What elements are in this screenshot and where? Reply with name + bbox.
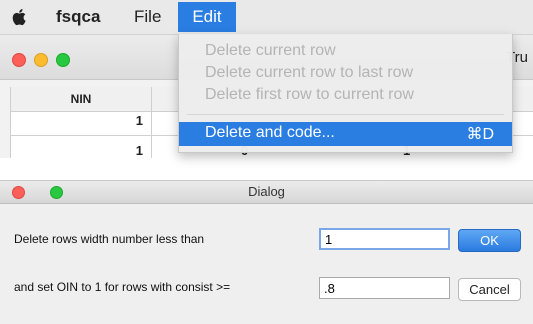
edit-menu[interactable]: Edit xyxy=(178,2,236,32)
apple-icon[interactable] xyxy=(12,8,28,26)
cancel-button[interactable]: Cancel xyxy=(458,278,521,301)
dialog-title: Dialog xyxy=(248,184,285,199)
menu-item-delete-current-row[interactable]: Delete current row xyxy=(205,42,336,60)
menu-item-shortcut: ⌘D xyxy=(466,126,494,143)
consist-threshold-input[interactable] xyxy=(319,277,450,299)
delete-threshold-input[interactable] xyxy=(319,228,450,250)
edit-menu-dropdown: Delete current row Delete current row to… xyxy=(178,34,513,153)
zoom-button[interactable] xyxy=(56,53,70,67)
ok-button[interactable]: OK xyxy=(458,229,521,252)
menu-bar: fsqca File Edit xyxy=(0,0,533,35)
minimize-button[interactable] xyxy=(34,53,48,67)
menu-item-delete-and-code[interactable]: Delete and code... ⌘D xyxy=(179,122,512,146)
column-header-nin[interactable]: NIN xyxy=(11,87,152,112)
menu-item-delete-first-to-current[interactable]: Delete first row to current row xyxy=(205,86,414,104)
app-menu[interactable]: fsqca xyxy=(56,7,100,27)
menu-item-delete-to-last-row[interactable]: Delete current row to last row xyxy=(205,64,413,82)
dialog-titlebar: Dialog xyxy=(0,181,533,204)
menu-separator xyxy=(187,114,504,115)
grid-cell[interactable]: 1 xyxy=(11,143,143,158)
dialog-window: Dialog Delete rows width number less tha… xyxy=(0,180,533,324)
consist-label: and set OIN to 1 for rows with consist >… xyxy=(14,280,231,294)
menu-item-label: Delete and code... xyxy=(205,124,335,141)
grid-cell[interactable]: 1 xyxy=(11,113,143,128)
delete-rows-label: Delete rows width number less than xyxy=(14,232,205,246)
file-menu[interactable]: File xyxy=(134,7,161,27)
close-button[interactable] xyxy=(12,53,26,67)
